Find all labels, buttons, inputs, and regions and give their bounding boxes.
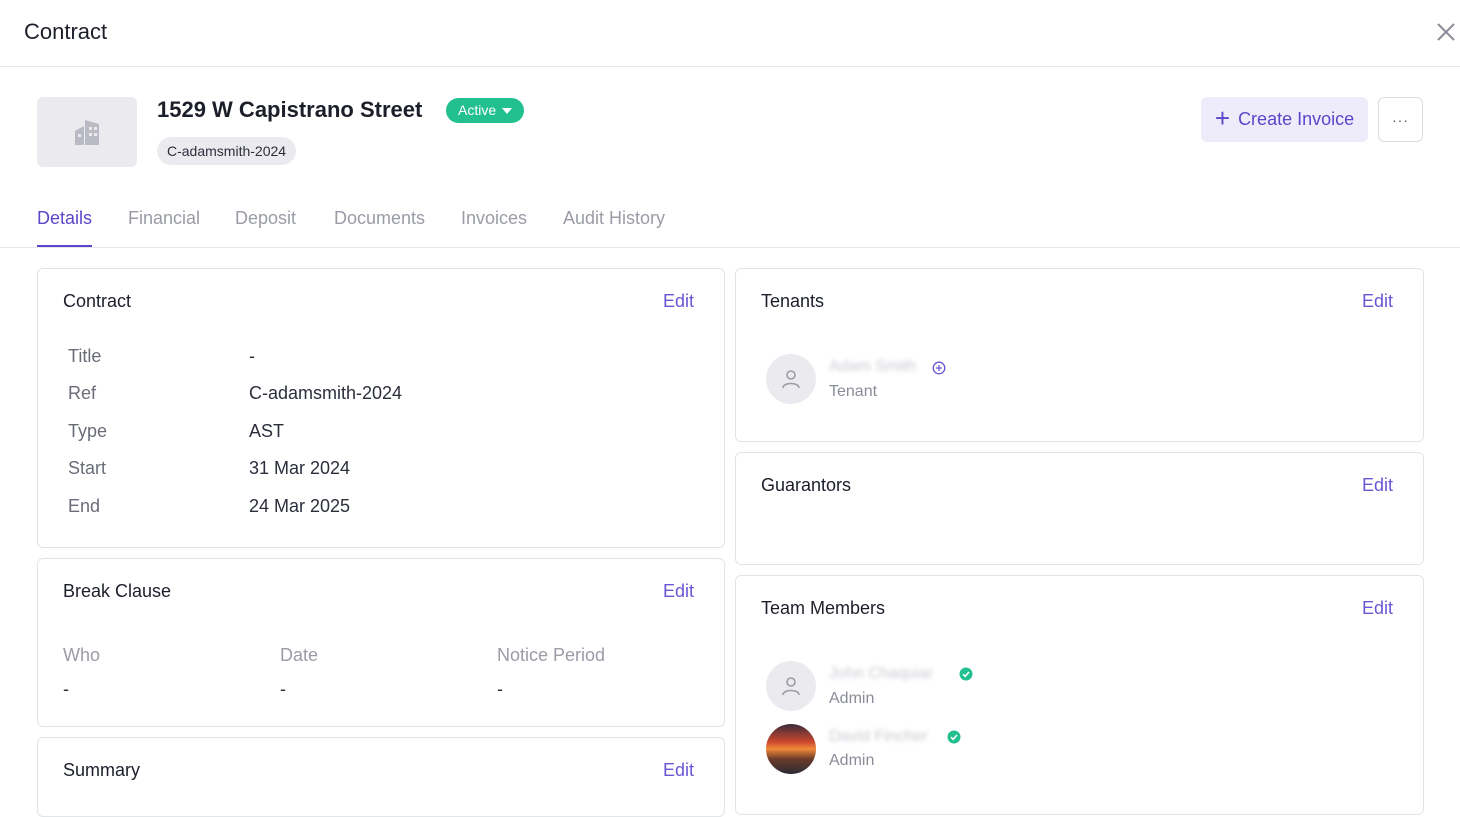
tenant-role: Tenant — [829, 383, 878, 400]
ref-value: C-adamsmith-2024 — [249, 383, 403, 403]
create-invoice-label: Create Invoice — [1238, 109, 1355, 129]
break-clause-card: Break Clause Edit Who Date Notice Period… — [37, 558, 725, 727]
type-label: Type — [68, 421, 108, 441]
tab-bar: Details Financial Deposit Documents Invo… — [0, 200, 1460, 248]
tab-deposit[interactable]: Deposit — [235, 208, 296, 247]
guarantors-card: Guarantors Edit — [735, 452, 1424, 565]
close-icon[interactable] — [1434, 20, 1458, 44]
property-title: 1529 W Capistrano Street — [157, 97, 423, 122]
modal-title: Contract — [24, 19, 108, 44]
notice-period-value: - — [497, 679, 503, 699]
title-label: Title — [68, 346, 102, 366]
verified-check-icon — [959, 667, 973, 681]
summary-title: Summary — [63, 760, 141, 780]
modal-header: Contract — [0, 0, 1460, 67]
end-label: End — [68, 496, 101, 516]
tab-financial[interactable]: Financial — [128, 208, 200, 247]
building-icon — [75, 120, 99, 145]
tab-audit-history[interactable]: Audit History — [563, 208, 665, 247]
contract-card: Contract Edit Title - Ref C-adamsmith-20… — [37, 268, 725, 548]
date-header: Date — [280, 645, 319, 665]
type-value: AST — [249, 421, 285, 441]
caret-down-icon — [502, 107, 513, 114]
date-value: - — [280, 679, 286, 699]
who-header: Who — [63, 645, 101, 665]
tenants-edit-link[interactable]: Edit — [1362, 291, 1393, 312]
status-dropdown[interactable]: Active — [446, 98, 525, 123]
start-label: Start — [68, 458, 107, 478]
plus-icon: + — [1214, 103, 1231, 133]
more-options-button[interactable]: ··· — [1378, 97, 1423, 142]
contract-card-title: Contract — [63, 291, 132, 311]
plus-circle-icon[interactable] — [932, 361, 946, 375]
title-value: - — [249, 346, 255, 366]
tab-details[interactable]: Details — [37, 208, 93, 247]
tenant-name[interactable]: Adam Smith — [829, 358, 916, 376]
team-member-name[interactable]: David Fincher — [829, 728, 928, 746]
team-member-name[interactable]: John Chaquiar — [829, 665, 933, 683]
team-members-card: Team Members Edit John Chaquiar Admin Da… — [735, 575, 1424, 815]
user-placeholder-icon — [782, 677, 800, 696]
break-clause-title: Break Clause — [63, 581, 172, 601]
who-value: - — [63, 679, 69, 699]
team-members-title: Team Members — [761, 598, 886, 618]
status-label: Active — [458, 102, 497, 118]
reference-chip: C-adamsmith-2024 — [157, 137, 297, 165]
tab-invoices[interactable]: Invoices — [461, 208, 527, 247]
notice-period-header: Notice Period — [497, 645, 606, 665]
start-value: 31 Mar 2024 — [249, 458, 351, 478]
avatar[interactable] — [766, 354, 816, 404]
avatar[interactable] — [766, 724, 816, 774]
verified-check-icon — [947, 730, 961, 744]
user-placeholder-icon — [782, 370, 800, 389]
ellipsis-icon: ··· — [1392, 111, 1409, 128]
break-clause-edit-link[interactable]: Edit — [663, 581, 694, 602]
property-thumbnail — [37, 97, 137, 167]
tenants-title: Tenants — [761, 291, 825, 311]
guarantors-edit-link[interactable]: Edit — [1362, 475, 1393, 496]
create-invoice-button[interactable]: + Create Invoice — [1201, 97, 1368, 142]
tab-documents[interactable]: Documents — [334, 208, 425, 247]
team-member-role: Admin — [829, 752, 875, 769]
guarantors-title: Guarantors — [761, 475, 852, 495]
ref-label: Ref — [68, 383, 97, 403]
avatar[interactable] — [766, 661, 816, 711]
team-member-role: Admin — [829, 690, 875, 707]
summary-card: Summary Edit — [37, 737, 725, 817]
end-value: 24 Mar 2025 — [249, 496, 351, 516]
tenants-card: Tenants Edit Adam Smith Tenant — [735, 268, 1424, 442]
contract-edit-link[interactable]: Edit — [663, 291, 694, 312]
team-members-edit-link[interactable]: Edit — [1362, 598, 1393, 619]
summary-edit-link[interactable]: Edit — [663, 760, 694, 781]
